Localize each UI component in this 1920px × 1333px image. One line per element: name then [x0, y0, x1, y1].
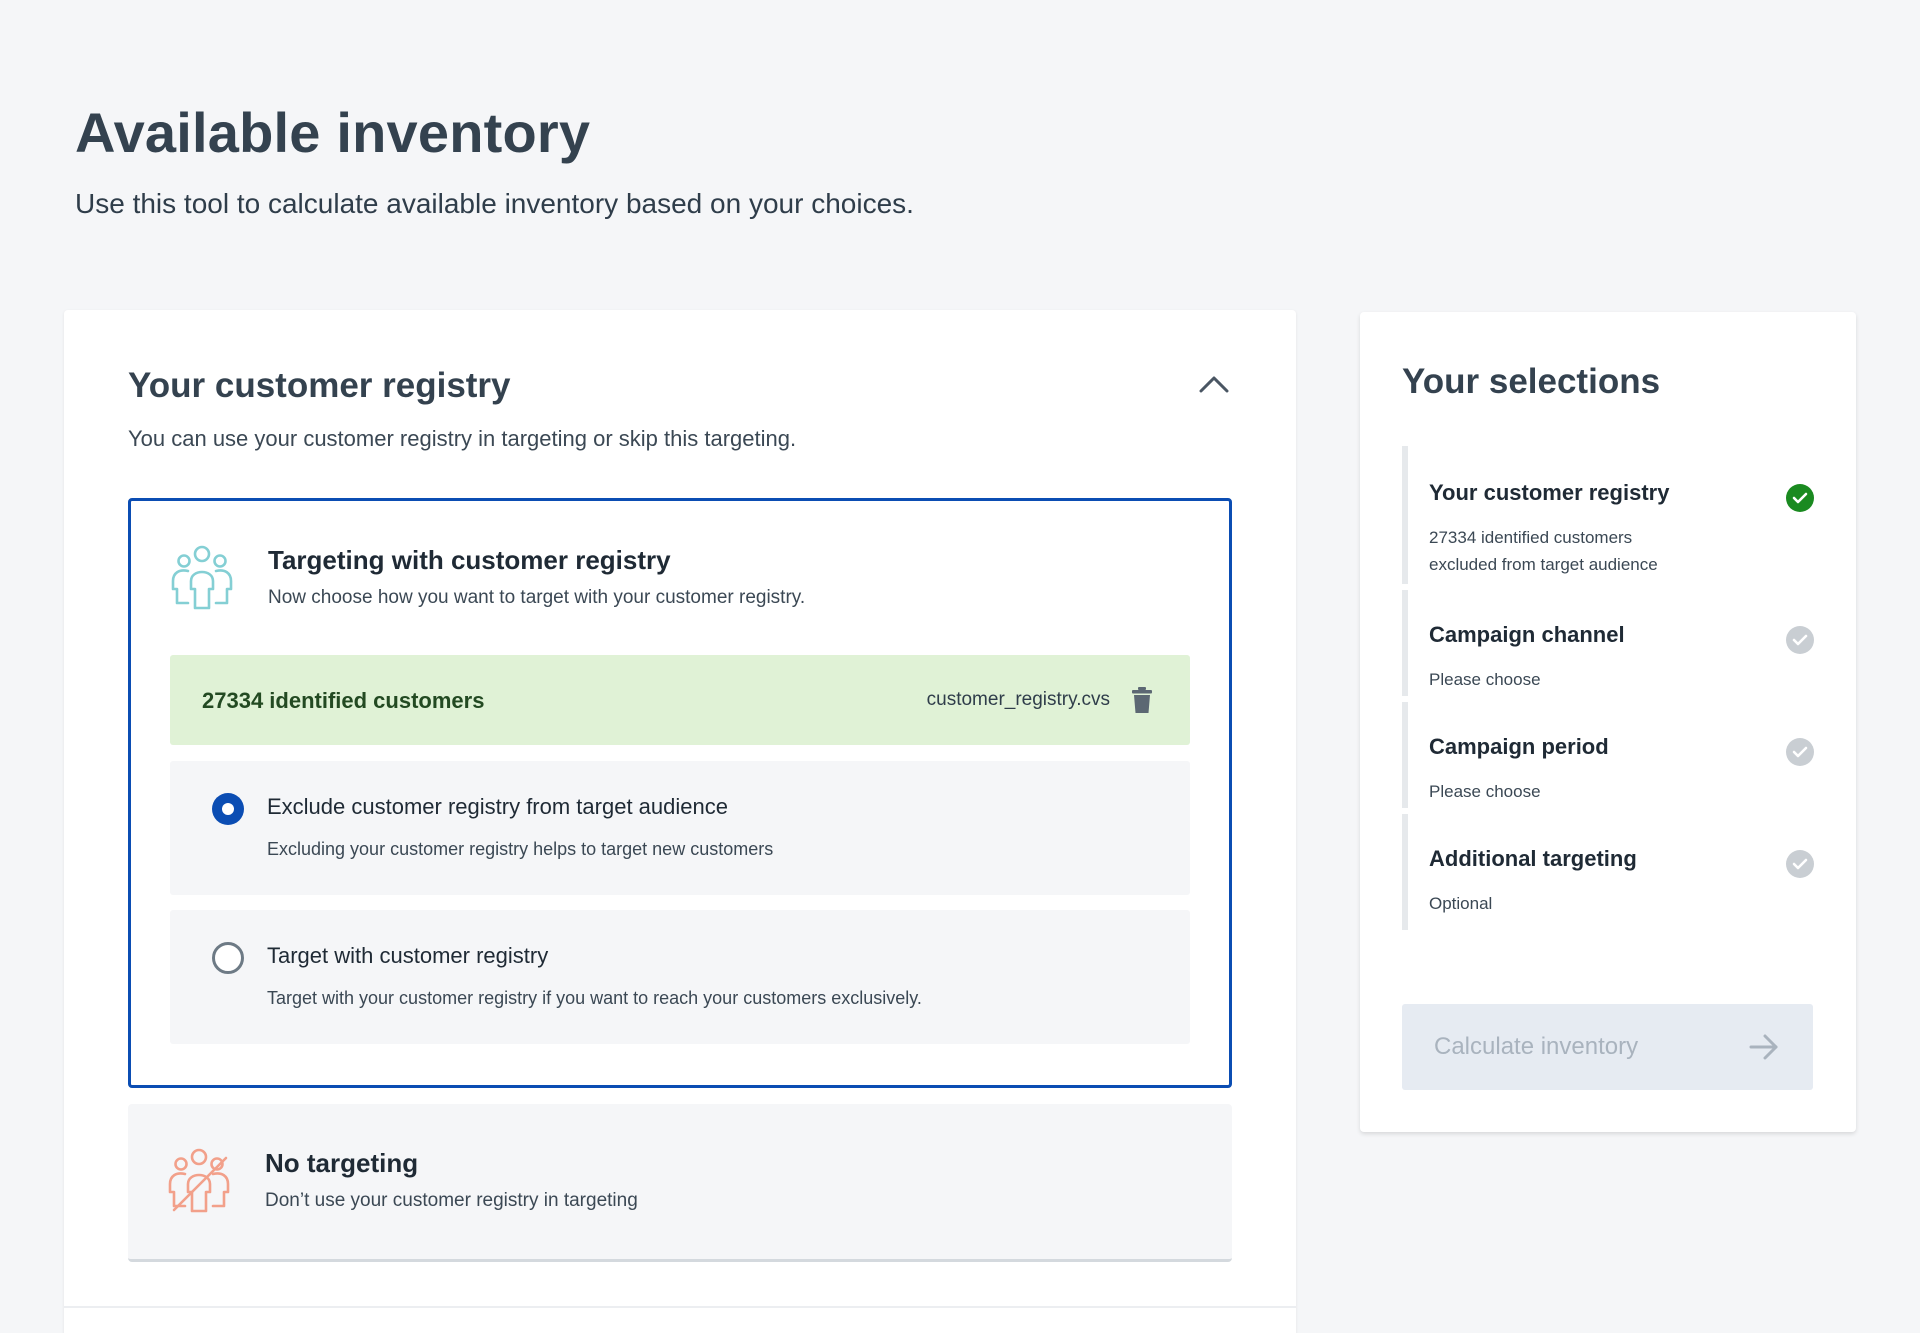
collapse-button[interactable]: [1194, 364, 1234, 404]
check-circle-icon: [1786, 484, 1814, 512]
radio-description: Excluding your customer registry helps t…: [267, 839, 774, 859]
radio-option-target[interactable]: Target with customer registry Target wit…: [170, 910, 1190, 1044]
step-detail: Please choose: [1429, 782, 1541, 801]
check-circle-icon: [1786, 738, 1814, 766]
people-crossed-icon: [168, 1148, 230, 1213]
page-title: Available inventory: [75, 101, 591, 164]
radio-option-exclude[interactable]: Exclude customer registry from target au…: [170, 761, 1190, 895]
step-separator: [1402, 696, 1408, 702]
option-description: Now choose how you want to target with y…: [268, 587, 806, 608]
option-title: Targeting with customer registry: [268, 545, 671, 575]
radio-label: Exclude customer registry from target au…: [267, 794, 728, 819]
step-detail: 27334 identified customers excluded from…: [1429, 524, 1759, 578]
step-title: Campaign period: [1429, 734, 1609, 759]
selections-card: Your selections Your customer registry 2…: [1360, 312, 1856, 1132]
radio-button-unselected[interactable]: [212, 942, 244, 974]
step-separator: [1402, 584, 1408, 590]
selections-title: Your selections: [1402, 362, 1661, 401]
option-title: No targeting: [265, 1148, 419, 1178]
check-circle-icon: [1786, 626, 1814, 654]
identified-customers-count: 27334 identified customers: [202, 688, 485, 713]
step-separator: [1402, 808, 1408, 814]
calculate-inventory-label: Calculate inventory: [1434, 1033, 1639, 1060]
registry-file-bar: 27334 identified customers customer_regi…: [170, 655, 1190, 745]
step-title: Campaign channel: [1429, 622, 1625, 647]
step-detail-line: excluded from target audience: [1429, 555, 1658, 574]
chevron-up-icon: [1199, 376, 1229, 393]
registry-file-name: customer_registry.cvs: [926, 689, 1110, 710]
radio-description: Target with your customer registry if yo…: [267, 988, 922, 1008]
step-detail: Optional: [1429, 894, 1493, 913]
page-subtitle: Use this tool to calculate available inv…: [75, 188, 914, 219]
step-detail-line: 27334 identified customers: [1429, 528, 1633, 547]
section-title: Your customer registry: [128, 366, 511, 405]
customer-registry-card: Your customer registry You can use your …: [64, 310, 1296, 1333]
step-title: Your customer registry: [1429, 480, 1670, 505]
calculate-inventory-button[interactable]: Calculate inventory: [1402, 1004, 1813, 1090]
delete-file-button[interactable]: [1130, 685, 1154, 715]
option-description: Don’t use your customer registry in targ…: [265, 1190, 638, 1211]
no-targeting-option[interactable]: No targeting Don’t use your customer reg…: [128, 1104, 1232, 1262]
radio-button-selected[interactable]: [212, 793, 244, 825]
step-detail: Please choose: [1429, 670, 1541, 689]
step-title: Additional targeting: [1429, 846, 1637, 871]
selection-steps: Your customer registry 27334 identified …: [1402, 446, 1814, 930]
card-divider: [64, 1306, 1296, 1308]
people-group-icon: [171, 545, 233, 610]
check-circle-icon: [1786, 850, 1814, 878]
arrow-right-icon: [1749, 1034, 1778, 1060]
targeting-with-registry-option[interactable]: Targeting with customer registry Now cho…: [128, 498, 1232, 1088]
trash-icon: [1132, 687, 1152, 713]
section-description: You can use your customer registry in ta…: [128, 426, 797, 451]
radio-label: Target with customer registry: [267, 943, 549, 968]
